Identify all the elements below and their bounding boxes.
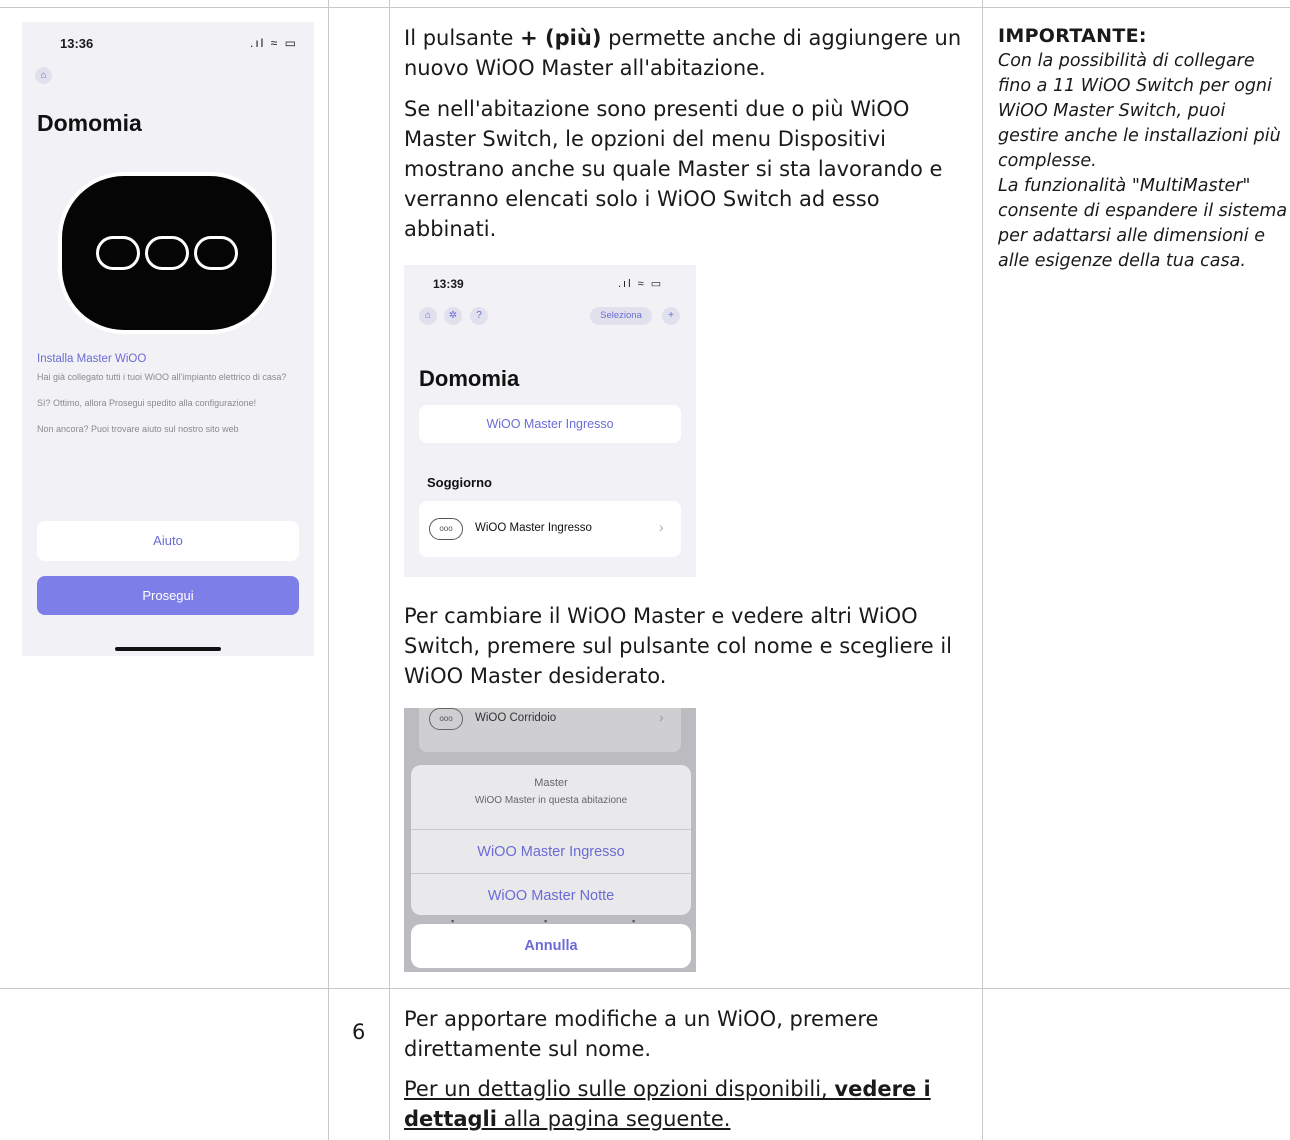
step-number: 6 <box>352 1020 366 1044</box>
paragraph-add-master: Il pulsante + (più) permette anche di ag… <box>404 23 974 83</box>
select-button[interactable]: Seleziona <box>590 307 652 325</box>
text-span: alla pagina seguente. <box>496 1107 731 1131</box>
status-icons: .ıl ≈ ▭ <box>250 36 298 50</box>
info-text-3: Non ancora? Puoi trovare aiuto sul nostr… <box>37 424 239 434</box>
page-title: Domomia <box>419 366 520 391</box>
option-master-notte[interactable]: WiOO Master Notte <box>411 873 691 917</box>
room-heading: Soggiorno <box>427 475 492 490</box>
important-note: IMPORTANTE: Con la possibilità di colleg… <box>998 24 1288 274</box>
table-border-col3 <box>982 0 983 1140</box>
add-icon[interactable]: + <box>662 307 680 325</box>
chevron-right-icon: › <box>659 519 664 535</box>
light-icon[interactable]: ✲ <box>444 307 462 325</box>
device-label: WiOO Corridoio <box>475 712 557 724</box>
info-text-2: Sì? Ottimo, allora Prosegui spedito alla… <box>37 398 257 408</box>
install-master-link[interactable]: Installa Master WiOO <box>37 353 146 365</box>
table-border-col2 <box>389 0 390 1140</box>
screenshot-master-picker: ooo WiOO Corridoio › Master WiOO Master … <box>404 708 696 972</box>
text-span: Il pulsante <box>404 26 521 50</box>
device-label: WiOO Master Ingresso <box>475 522 592 534</box>
home-icon[interactable]: ⌂ <box>419 307 437 325</box>
logo-ring-3 <box>194 236 238 270</box>
chevron-right-icon: › <box>659 709 664 725</box>
device-row: ooo WiOO Corridoio › <box>419 708 681 752</box>
help-icon[interactable]: ? <box>470 307 488 325</box>
table-border-col1 <box>328 0 329 1140</box>
home-indicator <box>115 647 221 651</box>
sheet-title: Master <box>534 777 568 789</box>
wioo-device-icon: ooo <box>429 518 463 540</box>
cancel-button[interactable]: Annulla <box>411 924 691 968</box>
screenshot-install-master: 13:36 .ıl ≈ ▭ ⌂ Domomia Installa Master … <box>22 22 314 656</box>
logo-ring-2 <box>145 236 189 270</box>
sheet-subtitle: WiOO Master in questa abitazione <box>474 795 628 806</box>
status-time: 13:36 <box>60 36 94 51</box>
note-body-2: La funzionalità "MultiMaster" consente d… <box>998 176 1288 271</box>
paragraph-see-details[interactable]: Per un dettaglio sulle opzioni disponibi… <box>404 1074 974 1134</box>
action-sheet: Master WiOO Master in questa abitazione … <box>411 765 691 915</box>
logo-ring-1 <box>96 236 140 270</box>
continue-button[interactable]: Prosegui <box>37 576 299 615</box>
page-title: Domomia <box>37 110 142 136</box>
text-span: Per un dettaglio sulle opzioni disponibi… <box>404 1077 835 1101</box>
device-row[interactable]: ooo WiOO Master Ingresso › <box>419 501 681 557</box>
note-body-1: Con la possibilità di collegare fino a 1… <box>998 51 1281 171</box>
status-icons: .ıl ≈ ▭ <box>618 278 664 290</box>
note-title: IMPORTANTE: <box>998 25 1147 47</box>
status-time: 13:39 <box>433 277 464 291</box>
paragraph-multimaster: Se nell'abitazione sono presenti due o p… <box>404 97 943 241</box>
screenshot-devices-list: 13:39 .ıl ≈ ▭ ⌂ ✲ ? Seleziona + Domomia … <box>404 265 696 577</box>
help-button[interactable]: Aiuto <box>37 521 299 561</box>
info-text-1: Hai già collegato tutti i tuoi WiOO all'… <box>37 372 287 382</box>
option-master-ingresso[interactable]: WiOO Master Ingresso <box>411 829 691 873</box>
paragraph-change-master: Per cambiare il WiOO Master e vedere alt… <box>404 604 952 688</box>
wioo-device-icon: ooo <box>429 708 463 730</box>
home-icon[interactable]: ⌂ <box>35 67 52 84</box>
bold-plus-label: + (più) <box>520 26 602 50</box>
paragraph-edit-wioo: Per apportare modifiche a un WiOO, preme… <box>404 1007 879 1061</box>
master-selector-button[interactable]: WiOO Master Ingresso <box>419 405 681 443</box>
wioo-logo <box>62 176 272 330</box>
table-border-row <box>0 988 1290 989</box>
table-border-top <box>0 7 1290 8</box>
